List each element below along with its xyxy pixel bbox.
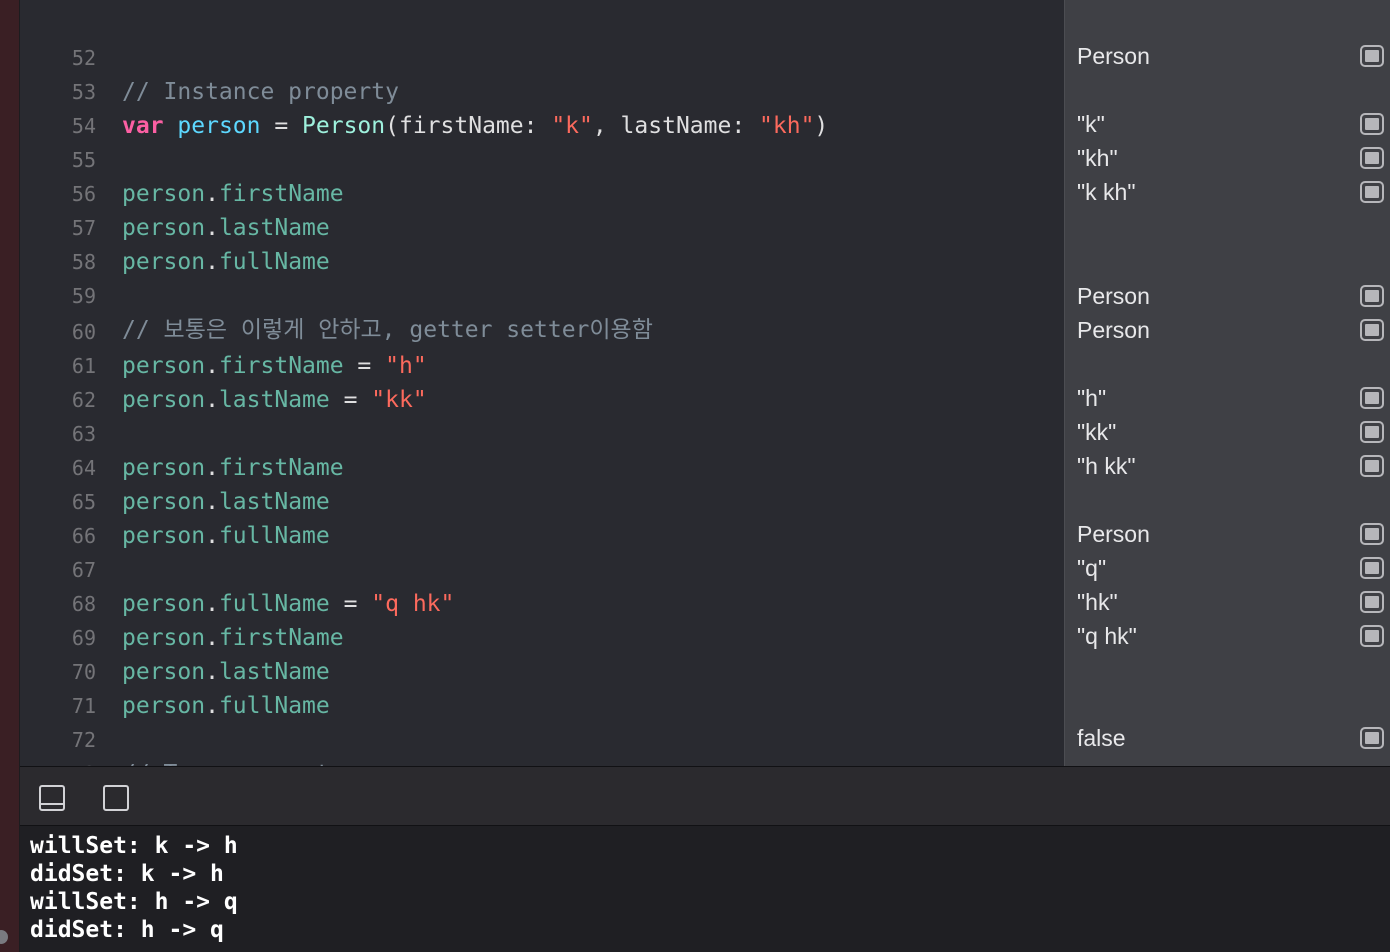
quick-look-toggle-icon[interactable]	[1360, 181, 1384, 203]
code-line-64[interactable]: 64 person.lastName	[20, 417, 1064, 515]
result-row: false	[1065, 721, 1390, 755]
code-line-52[interactable]: 52 // Instance property	[20, 7, 1064, 105]
split-view-icon[interactable]	[103, 785, 129, 811]
quick-look-toggle-icon[interactable]	[1360, 113, 1384, 135]
result-value: Person	[1077, 521, 1150, 547]
result-value: "q hk"	[1077, 623, 1137, 649]
code-line-69[interactable]: 69 person.lastName	[20, 587, 1064, 685]
debug-console[interactable]: willSet: k -> h didSet: k -> h willSet: …	[20, 826, 1390, 952]
debug-area-bar	[20, 766, 1390, 826]
result-row: Person	[1065, 39, 1390, 73]
quick-look-toggle-icon[interactable]	[1360, 319, 1384, 341]
quick-look-toggle-icon[interactable]	[1360, 147, 1384, 169]
result-value: "h kk"	[1077, 453, 1136, 479]
quick-look-toggle-icon[interactable]	[1360, 455, 1384, 477]
result-row: Person	[1065, 517, 1390, 551]
console-line: didSet: k -> h	[30, 861, 224, 887]
result-value: Person	[1077, 283, 1150, 309]
code-line-59[interactable]: 59 // 보통은 이렇게 안하고, getter setter이용함	[20, 245, 1064, 343]
code-line-57[interactable]: 57 person.fullName	[20, 177, 1064, 275]
code-line-55[interactable]: 55 person.firstName	[20, 109, 1064, 207]
result-value: "q"	[1077, 555, 1107, 581]
left-window-edge	[0, 0, 20, 952]
window-resize-knob[interactable]	[0, 930, 8, 944]
code-line-62[interactable]: 62	[20, 349, 1064, 412]
quick-look-toggle-icon[interactable]	[1360, 421, 1384, 443]
result-row: "q"	[1065, 551, 1390, 585]
code-line-68[interactable]: 68 person.firstName	[20, 553, 1064, 651]
quick-look-toggle-icon[interactable]	[1360, 523, 1384, 545]
line-number: 73	[20, 757, 96, 766]
code-line-66[interactable]: 66	[20, 485, 1064, 548]
console-line: willSet: h -> q	[30, 889, 238, 915]
code-line-60[interactable]: 60 person.firstName = "h"	[20, 281, 1064, 379]
result-value: false	[1077, 725, 1126, 751]
result-value: "k"	[1077, 111, 1105, 137]
quick-look-toggle-icon[interactable]	[1360, 591, 1384, 613]
result-value: "hk"	[1077, 589, 1118, 615]
result-row: Person	[1065, 313, 1390, 347]
code-line-67[interactable]: 67 person.fullName = "q hk"	[20, 519, 1064, 617]
code-line-72[interactable]: 72 // Type property	[20, 689, 1064, 766]
code-line-54[interactable]: 54	[20, 75, 1064, 138]
code-line-71[interactable]: 71	[20, 655, 1064, 718]
result-value: "kh"	[1077, 145, 1118, 171]
result-row: "k kh"	[1065, 175, 1390, 209]
result-value: "kk"	[1077, 419, 1117, 445]
result-value: "k kh"	[1077, 179, 1136, 205]
code-line-56[interactable]: 56 person.lastName	[20, 143, 1064, 241]
code-line-63[interactable]: 63 person.firstName	[20, 383, 1064, 481]
result-value: Person	[1077, 43, 1150, 69]
result-row: "h"	[1065, 381, 1390, 415]
result-row: Person	[1065, 279, 1390, 313]
quick-look-toggle-icon[interactable]	[1360, 625, 1384, 647]
result-row: "kh"	[1065, 141, 1390, 175]
quick-look-toggle-icon[interactable]	[1360, 45, 1384, 67]
hide-debug-area-icon[interactable]	[39, 785, 65, 811]
result-row: "h kk"	[1065, 449, 1390, 483]
console-line: willSet: k -> h	[30, 833, 238, 859]
result-value: "h"	[1077, 385, 1107, 411]
playground-results-sidebar: Person "k" "kh" "k kh" Person Person "h"…	[1064, 0, 1390, 766]
result-row: "kk"	[1065, 415, 1390, 449]
result-value: Person	[1077, 317, 1150, 343]
result-row: "hk"	[1065, 585, 1390, 619]
comment-type-property: // Type property	[122, 757, 344, 766]
result-row: "q hk"	[1065, 619, 1390, 653]
code-line-65[interactable]: 65 person.fullName	[20, 451, 1064, 549]
quick-look-toggle-icon[interactable]	[1360, 727, 1384, 749]
code-line-73[interactable]: 73 Person.isAlien	[20, 723, 1064, 766]
quick-look-toggle-icon[interactable]	[1360, 285, 1384, 307]
quick-look-toggle-icon[interactable]	[1360, 387, 1384, 409]
result-row: "k"	[1065, 107, 1390, 141]
code-line-58[interactable]: 58	[20, 211, 1064, 274]
quick-look-toggle-icon[interactable]	[1360, 557, 1384, 579]
code-line-70[interactable]: 70 person.fullName	[20, 621, 1064, 719]
code-line-53[interactable]: 53 var person = Person(firstName: "k", l…	[20, 41, 1064, 139]
console-line: didSet: h -> q	[30, 917, 224, 943]
code-line-61[interactable]: 61 person.lastName = "kk"	[20, 315, 1064, 413]
code-editor[interactable]: 52 // Instance property 53 var person = …	[20, 0, 1064, 766]
